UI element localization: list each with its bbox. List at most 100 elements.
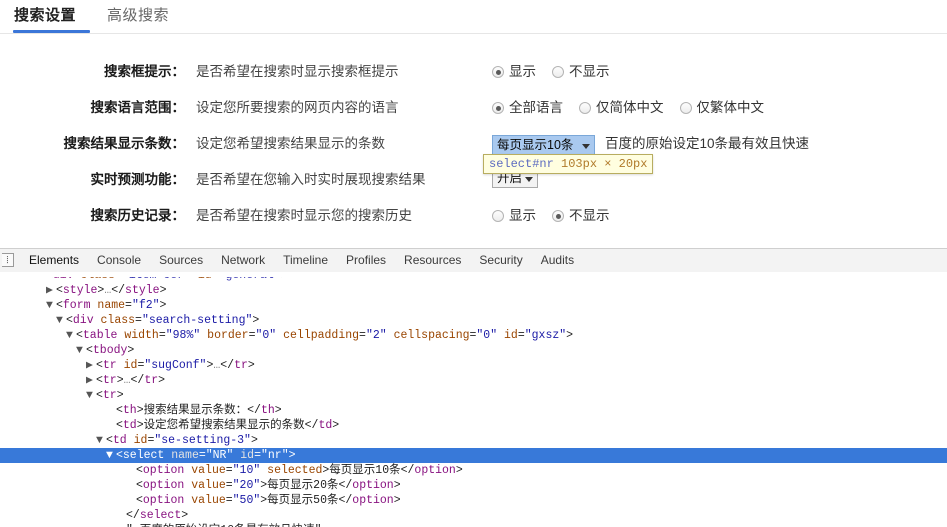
settings-row-description: 设定您希望搜索结果显示的条数 bbox=[196, 136, 385, 151]
radio-label[interactable]: 不显示 bbox=[569, 64, 610, 79]
dom-tree-clip bbox=[0, 272, 947, 277]
dom-node[interactable]: <td>设定您希望搜索结果显示的条数</td> bbox=[0, 418, 947, 433]
dom-token-p: < bbox=[136, 494, 143, 507]
radio-label[interactable]: 显示 bbox=[509, 64, 536, 79]
dom-token-val: "20" bbox=[232, 479, 261, 492]
dom-token-tag: option bbox=[142, 479, 185, 492]
disclosure-open-icon[interactable]: ▼ bbox=[86, 388, 96, 403]
devtools-tab-elements[interactable]: Elements bbox=[20, 249, 88, 272]
dom-token-tag: option bbox=[352, 479, 394, 492]
devtools-tab-timeline[interactable]: Timeline bbox=[274, 249, 337, 272]
dom-token-p: < bbox=[96, 374, 103, 387]
dom-node[interactable]: " 百度的原始设定10条最有效且快速" bbox=[0, 523, 947, 527]
dom-node[interactable]: ▶ <tr>…</tr> bbox=[0, 373, 947, 388]
dom-node[interactable]: ▼ <form name="f2"> bbox=[0, 298, 947, 313]
settings-row-description: 是否希望在搜索时显示搜索框提示 bbox=[196, 64, 399, 79]
radio-label[interactable]: 显示 bbox=[509, 208, 536, 223]
radio-label[interactable]: 仅繁体中文 bbox=[697, 100, 765, 115]
dom-token-p: < bbox=[66, 314, 73, 327]
devtools-tab-security[interactable]: Security bbox=[470, 249, 531, 272]
disclosure-open-icon[interactable]: ▼ bbox=[46, 298, 56, 313]
dom-node-selected[interactable]: ▼ <select name="NR" id="nr"> bbox=[0, 448, 947, 463]
tab-search-settings[interactable]: 搜索设置 bbox=[14, 0, 76, 32]
radio-label[interactable]: 全部语言 bbox=[509, 100, 563, 115]
disclosure-closed-icon[interactable]: ▶ bbox=[86, 358, 96, 373]
dom-token-tag: tr bbox=[102, 389, 117, 402]
dom-node[interactable]: </select> bbox=[0, 508, 947, 523]
dom-node[interactable]: ▼ <tr> bbox=[0, 388, 947, 403]
dom-node[interactable]: ▶ <tr id="sugConf">…</tr> bbox=[0, 358, 947, 373]
inspector-size-tooltip: select#nr 103px × 20px bbox=[483, 154, 654, 174]
dom-token-p: = bbox=[135, 314, 142, 327]
disclosure-closed-icon[interactable]: ▶ bbox=[86, 373, 96, 388]
dom-token-attr: border bbox=[207, 329, 249, 342]
disclosure-open-icon[interactable]: ▼ bbox=[106, 448, 116, 463]
dom-token-attr: selected bbox=[267, 464, 323, 477]
devtools-tab-profiles[interactable]: Profiles bbox=[337, 249, 395, 272]
dom-token-attr: cellpadding bbox=[283, 329, 360, 342]
dom-token-p: > bbox=[393, 479, 401, 492]
settings-row-label: 搜索结果显示条数： bbox=[63, 136, 186, 151]
tab-search-settings-label: 搜索设置 bbox=[14, 7, 77, 24]
disclosure-open-icon[interactable]: ▼ bbox=[76, 343, 86, 358]
dom-token-ellip: … bbox=[123, 374, 131, 387]
dom-token-val: "sugConf" bbox=[144, 359, 207, 372]
dom-token-txt: 每页显示10条 bbox=[329, 464, 401, 477]
radio-button[interactable] bbox=[552, 210, 564, 222]
dom-token-attr: id bbox=[133, 434, 148, 447]
dom-node[interactable]: ▼ <div class="search-setting"> bbox=[0, 313, 947, 328]
dock-panel-icon[interactable]: ⦙ bbox=[2, 253, 14, 267]
radio-label[interactable]: 不显示 bbox=[569, 208, 610, 223]
radio-button[interactable] bbox=[492, 102, 504, 114]
dom-node[interactable]: <option value="50">每页显示50条</option> bbox=[0, 493, 947, 508]
dom-tree[interactable]: <div class="item-cer" id="general"> ▶ <sty… bbox=[0, 272, 947, 527]
dom-token-p: < bbox=[136, 479, 143, 492]
radio-button[interactable] bbox=[579, 102, 591, 114]
devtools-panel: ⦙ Elements Console Sources Network Timeline P… bbox=[0, 248, 947, 527]
disclosure-closed-icon[interactable]: ▶ bbox=[46, 283, 56, 298]
dom-node[interactable]: ▶ <style>…</style> bbox=[0, 283, 947, 298]
dom-node[interactable]: <option value="10" selected>每页显示10条</opt… bbox=[0, 463, 947, 478]
dom-node[interactable]: ▼ <td id="se-setting-3"> bbox=[0, 433, 947, 448]
devtools-tab-resources[interactable]: Resources bbox=[395, 249, 470, 272]
dom-token-tag: tr bbox=[234, 359, 248, 372]
disclosure-open-icon[interactable]: ▼ bbox=[96, 433, 106, 448]
disclosure-open-icon[interactable]: ▼ bbox=[66, 328, 76, 343]
dom-token-val: "10" bbox=[232, 464, 261, 477]
settings-row: 搜索框提示： 是否希望在搜索时显示搜索框提示 显示 不显示 bbox=[0, 60, 947, 96]
radio-button[interactable] bbox=[679, 102, 692, 114]
dom-node[interactable]: <th>搜索结果显示条数：</th> bbox=[0, 403, 947, 418]
devtools-tab-network[interactable]: Network bbox=[212, 249, 274, 272]
dom-token-p: > bbox=[159, 299, 167, 312]
devtools-tab-audits[interactable]: Audits bbox=[532, 249, 583, 272]
dom-token-p: = bbox=[125, 299, 132, 312]
dom-token-p: = bbox=[158, 329, 166, 342]
dom-node[interactable]: <option value="20">每页显示20条</option> bbox=[0, 478, 947, 493]
radio-button[interactable] bbox=[492, 210, 504, 222]
devtools-tab-console[interactable]: Console bbox=[88, 249, 150, 272]
dom-node[interactable]: ▼ <tbody> bbox=[0, 343, 947, 358]
results-per-page-select[interactable]: 每页显示10条 bbox=[492, 134, 595, 155]
dom-token-p: = bbox=[517, 329, 525, 342]
radio-button[interactable] bbox=[552, 66, 564, 78]
dom-token-p: = bbox=[248, 329, 256, 342]
dom-token-p: = bbox=[254, 449, 261, 462]
dom-node[interactable]: ▼ <table width="98%" border="0" cellpaddi… bbox=[0, 328, 947, 343]
dom-token-attr: cellspacing bbox=[393, 329, 470, 342]
devtools-tab-sources[interactable]: Sources bbox=[150, 249, 212, 272]
dom-token-p: > bbox=[158, 374, 166, 387]
dom-token-p: < bbox=[76, 329, 83, 342]
dom-token-p: > bbox=[159, 284, 167, 297]
dom-token-p bbox=[127, 434, 134, 447]
radio-label[interactable]: 仅简体中文 bbox=[596, 100, 664, 115]
radio-button[interactable] bbox=[492, 66, 504, 78]
dom-token-p: < bbox=[136, 464, 143, 477]
dom-token-p: = bbox=[359, 329, 366, 342]
dom-token-p bbox=[387, 329, 394, 342]
dom-token-tag: td bbox=[318, 419, 333, 432]
tab-advanced-search[interactable]: 高级搜索 bbox=[107, 0, 169, 32]
dom-token-p: < bbox=[56, 284, 63, 297]
dom-token-p: > bbox=[252, 314, 260, 327]
disclosure-open-icon[interactable]: ▼ bbox=[56, 313, 66, 328]
dom-token-p: </ bbox=[338, 494, 353, 507]
